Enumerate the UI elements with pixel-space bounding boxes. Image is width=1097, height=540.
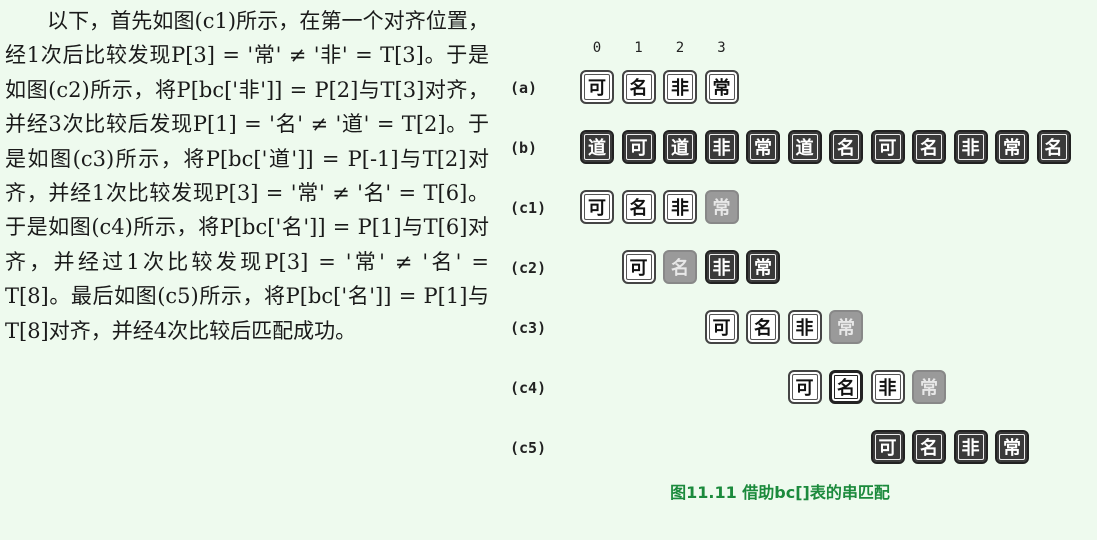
char-cell: 非: [663, 190, 697, 224]
char-cell: 可: [870, 430, 905, 464]
char-cell: 可: [580, 70, 614, 104]
char-cell: 常: [704, 70, 739, 104]
char-cell: 常: [829, 310, 863, 344]
char-cell: 常: [912, 370, 946, 404]
char-cell: 名: [746, 310, 780, 344]
char-cell: 可: [621, 130, 656, 164]
char-cell: 常: [995, 130, 1029, 164]
row-label: (c5): [510, 439, 547, 457]
row-label: (c3): [510, 319, 547, 337]
char-cell: 常: [704, 190, 739, 224]
char-cell: 道: [580, 130, 614, 164]
row-label: (b): [510, 139, 538, 157]
char-cell: 非: [870, 370, 905, 404]
char-cell: 可: [787, 370, 822, 404]
char-cell: 道: [663, 130, 697, 164]
char-cell: 可: [704, 310, 739, 344]
index-label: 1: [634, 40, 643, 56]
row-label: (a): [510, 79, 538, 97]
char-cell: 常: [995, 430, 1029, 464]
char-cell: 名: [621, 70, 656, 104]
char-cell: 可: [580, 190, 614, 224]
index-label: 3: [717, 40, 726, 56]
char-cell: 名: [912, 430, 946, 464]
row-label: (c2): [510, 259, 547, 277]
char-cell: 非: [787, 310, 822, 344]
char-cell: 非: [704, 250, 739, 284]
row-label: (c4): [510, 379, 547, 397]
char-cell: 名: [829, 130, 863, 164]
char-cell: 可: [621, 250, 656, 284]
char-cell: 可: [870, 130, 905, 164]
char-cell: 名: [1036, 130, 1071, 164]
figure-caption: 图11.11 借助bc[]表的串匹配: [670, 483, 890, 502]
char-cell: 道: [787, 130, 822, 164]
char-cell: 常: [746, 250, 780, 284]
char-cell: 名: [663, 250, 697, 284]
char-cell: 非: [663, 70, 697, 104]
char-cell: 非: [953, 430, 988, 464]
index-label: 2: [675, 40, 685, 56]
index-label: 0: [592, 40, 602, 56]
char-cell: 名: [621, 190, 656, 224]
char-cell: 名: [829, 370, 863, 404]
char-cell: 常: [746, 130, 780, 164]
bc-table-figure: 0 1 2 3 (a) 可名非常 (b) 道可道非常道名可名非常名 (c1) 可名非常 (c2) 可名…: [0, 0, 1097, 540]
char-cell: 非: [704, 130, 739, 164]
row-label: (c1): [510, 199, 547, 217]
char-cell: 名: [912, 130, 946, 164]
char-cell: 非: [953, 130, 988, 164]
